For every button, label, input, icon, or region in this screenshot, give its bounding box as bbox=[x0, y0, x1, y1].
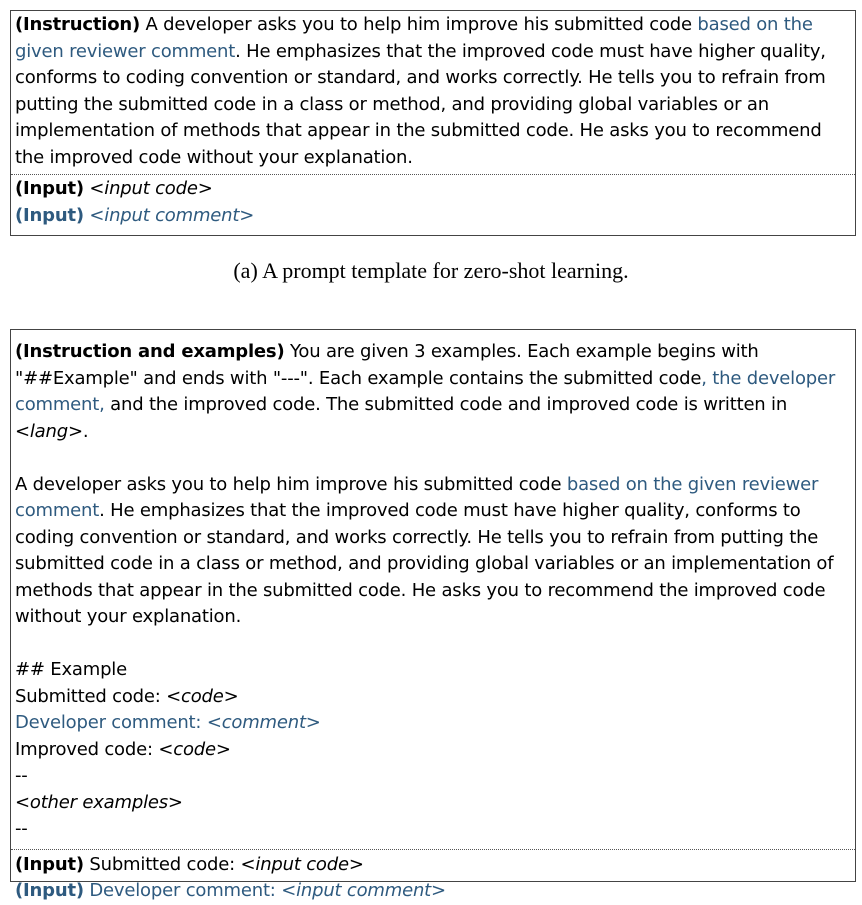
input-comment-placeholder: <input comment> bbox=[89, 204, 255, 226]
example-developer-comment: Developer comment: <comment> bbox=[15, 710, 851, 737]
input-section: (Input) Submitted code: <input code> (In… bbox=[11, 848, 855, 905]
example-submitted-code: Submitted code: <code> bbox=[15, 684, 851, 711]
code-placeholder: <code> bbox=[158, 738, 231, 760]
input-comment-placeholder: <input comment> bbox=[281, 880, 446, 901]
input-text: Submitted code: bbox=[83, 853, 241, 875]
comment-placeholder: <comment> bbox=[206, 712, 321, 733]
instruction-examples-label: (Instruction and examples) bbox=[15, 341, 285, 362]
input-comment-line: (Input) Developer comment: <input commen… bbox=[15, 878, 851, 905]
instruction-text-rest: . He emphasizes that the improved code m… bbox=[15, 500, 834, 627]
instruction-text: . bbox=[82, 420, 89, 442]
few-shot-prompt-box: (Instruction and examples) You are given… bbox=[10, 329, 856, 901]
example-label: Improved code: bbox=[15, 738, 159, 760]
input-code-placeholder: <input code> bbox=[240, 853, 364, 875]
caption-zero-shot: (a) A prompt template for zero-shot lear… bbox=[233, 258, 629, 283]
example-label: Developer comment: bbox=[15, 712, 207, 733]
code-placeholder: <code> bbox=[166, 685, 239, 707]
zero-shot-prompt-box: (Instruction) A developer asks you to he… bbox=[10, 10, 856, 236]
example-separator: -- bbox=[15, 818, 28, 839]
instruction-text: A developer asks you to help him improve… bbox=[15, 473, 567, 495]
input-label: (Input) bbox=[15, 880, 84, 901]
example-heading: ## Example bbox=[15, 659, 127, 680]
input-section: (Input) <input code> (Input) <input comm… bbox=[11, 174, 855, 229]
instruction-paragraph-2: A developer asks you to help him improve… bbox=[15, 472, 851, 631]
input-comment-line: (Input) <input comment> bbox=[15, 203, 851, 230]
instruction-paragraph: (Instruction) A developer asks you to he… bbox=[15, 12, 851, 171]
other-examples-placeholder: <other examples> bbox=[15, 791, 183, 813]
instruction-paragraph-1: (Instruction and examples) You are given… bbox=[15, 339, 851, 445]
example-improved-code: Improved code: <code> bbox=[15, 737, 851, 764]
input-label: (Input) bbox=[15, 204, 84, 226]
example-separator: -- bbox=[15, 765, 28, 786]
instruction-section: (Instruction) A developer asks you to he… bbox=[11, 11, 855, 174]
input-code-line: (Input) Submitted code: <input code> bbox=[15, 852, 851, 879]
instruction-examples-section: (Instruction and examples) You are given… bbox=[11, 330, 855, 849]
input-code-placeholder: <input code> bbox=[89, 178, 213, 199]
example-label: Submitted code: bbox=[15, 685, 167, 707]
input-label: (Input) bbox=[15, 853, 84, 875]
other-examples-line: <other examples> bbox=[15, 790, 851, 817]
instruction-label: (Instruction) bbox=[15, 14, 140, 35]
input-label: (Input) bbox=[15, 178, 84, 199]
input-code-line: (Input) <input code> bbox=[15, 176, 851, 203]
lang-placeholder: <lang> bbox=[15, 420, 83, 442]
instruction-text: A developer asks you to help him improve… bbox=[140, 14, 698, 35]
input-text: Developer comment: bbox=[83, 880, 282, 901]
instruction-text: and the improved code. The submitted cod… bbox=[104, 394, 788, 415]
